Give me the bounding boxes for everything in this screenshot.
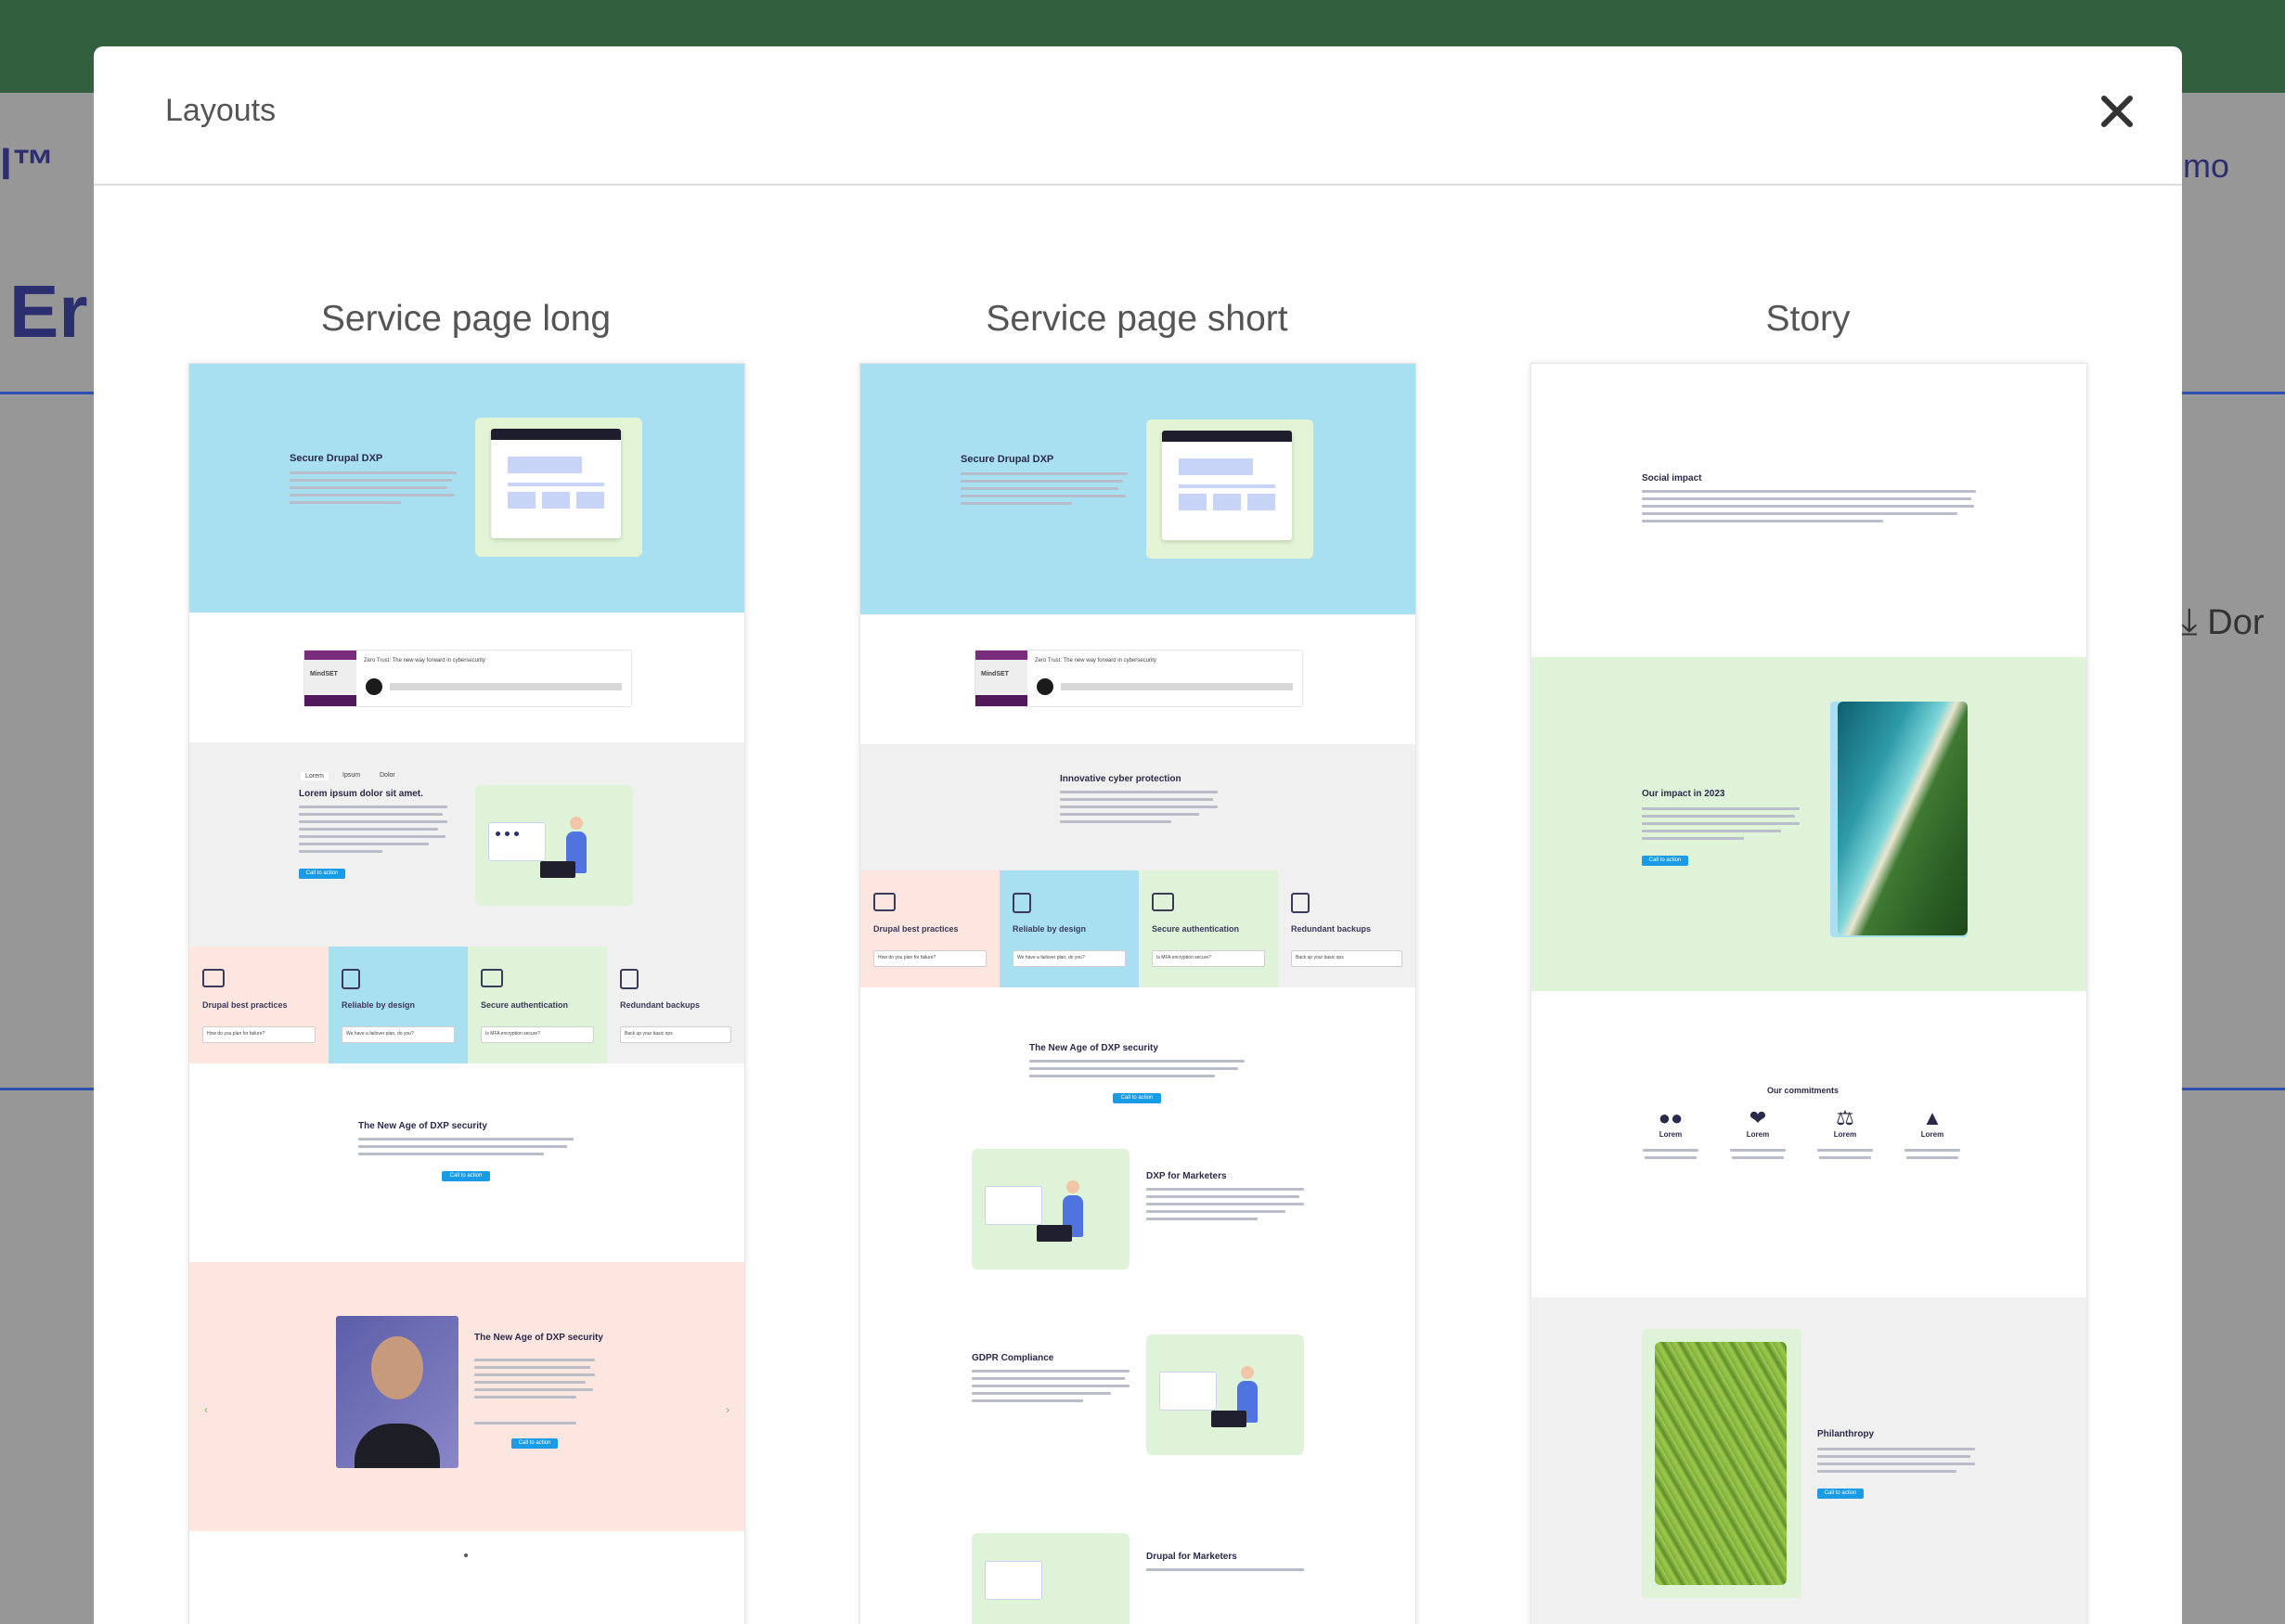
preview-hero: Secure Drupal DXP [860,364,1415,614]
preview-fields-photo [1642,1329,1801,1598]
id-card-icon [481,969,503,987]
tree-icon: ▲ [1922,1106,1943,1129]
background-divider [2182,392,2285,394]
preview-commitment: ●● Lorem [1633,1106,1708,1159]
preview-commitment: ▲ Lorem [1895,1106,1969,1159]
download-icon: ⤓ [2181,601,2198,642]
calendar-icon [342,969,360,989]
preview-feature: Secure authentication Is MFA encryption … [468,947,607,1063]
preview-philanthropy-section: Philanthropy Call to action [1531,1297,2086,1624]
modal-header: Layouts [94,46,2182,186]
preview-media-row: DXP for Marketers [860,1125,1415,1310]
layouts-modal: Layouts Service page long Service page s… [94,46,2182,1624]
preview-carousel: ‹ › The New Age of DXP security Call to … [189,1262,744,1531]
preview-impact-section: Our impact in 2023 Call to action [1531,657,2086,991]
layout-card-title[interactable]: Service page long [187,299,744,340]
floppy-disk-icon [620,969,639,989]
background-download-link: ⤓ Dor [2181,601,2265,642]
preview-commitments-section: Our commitments ●● Lorem ❤ Lorem ⚖ Lorem [1531,991,2086,1297]
layout-preview-story[interactable]: Social impact Our impact in 2023 Call to… [1530,363,2087,1624]
background-divider [0,392,94,394]
background-nav-link: mo [2183,147,2230,185]
preview-text-block: The New Age of DXP security Call to acti… [860,987,1415,1125]
preview-text-block: The New Age of DXP security Call to acti… [189,1063,744,1262]
preview-intro-section: Innovative cyber protection [860,744,1415,870]
background-logo-mark: l™ [0,140,55,188]
preview-feature: Drupal best practices How do you plan fo… [189,947,329,1063]
hand-heart-icon: ❤ [1749,1106,1767,1129]
preview-hero: Secure Drupal DXP [189,364,744,612]
preview-media-row: Drupal for Marketers [860,1496,1415,1624]
preview-cta-button: Call to action [299,869,345,879]
preview-feature-row: Drupal best practices How do you plan fo… [860,870,1415,987]
preview-podcast: MindSET Zero Trust: The new way forward … [860,614,1415,744]
close-button[interactable] [2089,84,2145,139]
preview-commitment: ⚖ Lorem [1808,1106,1882,1159]
preview-cta-button: Call to action [1817,1489,1864,1499]
preview-cta-button: Call to action [511,1438,558,1449]
background-page-heading: Er [9,270,88,353]
preview-feature: Reliable by design We have a failover pl… [329,947,468,1063]
preview-podcast: MindSET Zero Trust: The new way forward … [189,612,744,742]
preview-aerial-photo [1830,702,1968,937]
background-divider [2182,1088,2285,1090]
preview-commitment: ❤ Lorem [1721,1106,1795,1159]
scales-icon: ⚖ [1836,1106,1854,1129]
browser-icon [873,893,896,911]
preview-cta-button: Call to action [1113,1093,1161,1103]
preview-section-title: Lorem ipsum dolor sit amet. [299,789,423,799]
preview-tabs-section: Lorem Ipsum Dolor Lorem ipsum dolor sit … [189,742,744,947]
preview-illustration [475,785,633,906]
id-card-icon [1152,893,1174,911]
preview-browser-mockup [491,429,621,538]
preview-cta-button: Call to action [1642,856,1688,866]
close-icon [2101,96,2133,127]
calendar-icon [1013,893,1031,913]
modal-title: Layouts [165,93,277,128]
browser-icon [202,969,225,987]
preview-feature-row: Drupal best practices How do you plan fo… [189,947,744,1063]
layout-card-title[interactable]: Service page short [858,299,1415,340]
preview-cta-button: Call to action [442,1171,490,1181]
preview-media-row: GDPR Compliance [860,1310,1415,1496]
layout-preview-service-page-long[interactable]: Secure Drupal DXP MindSET Zero Trust: Th… [188,363,745,1624]
preview-hero-title: Secure Drupal DXP [290,453,383,464]
people-icon: ●● [1658,1106,1684,1129]
background-divider [0,1088,94,1090]
floppy-disk-icon [1291,893,1310,913]
preview-feature: Redundant backups Back up your basic ops [607,947,744,1063]
layout-card-title[interactable]: Story [1530,299,2086,340]
layout-preview-service-page-short[interactable]: Secure Drupal DXP MindSET Zero Trust: Th… [859,363,1416,1624]
preview-intro-section: Social impact [1531,364,2086,657]
preview-portrait [336,1316,458,1468]
